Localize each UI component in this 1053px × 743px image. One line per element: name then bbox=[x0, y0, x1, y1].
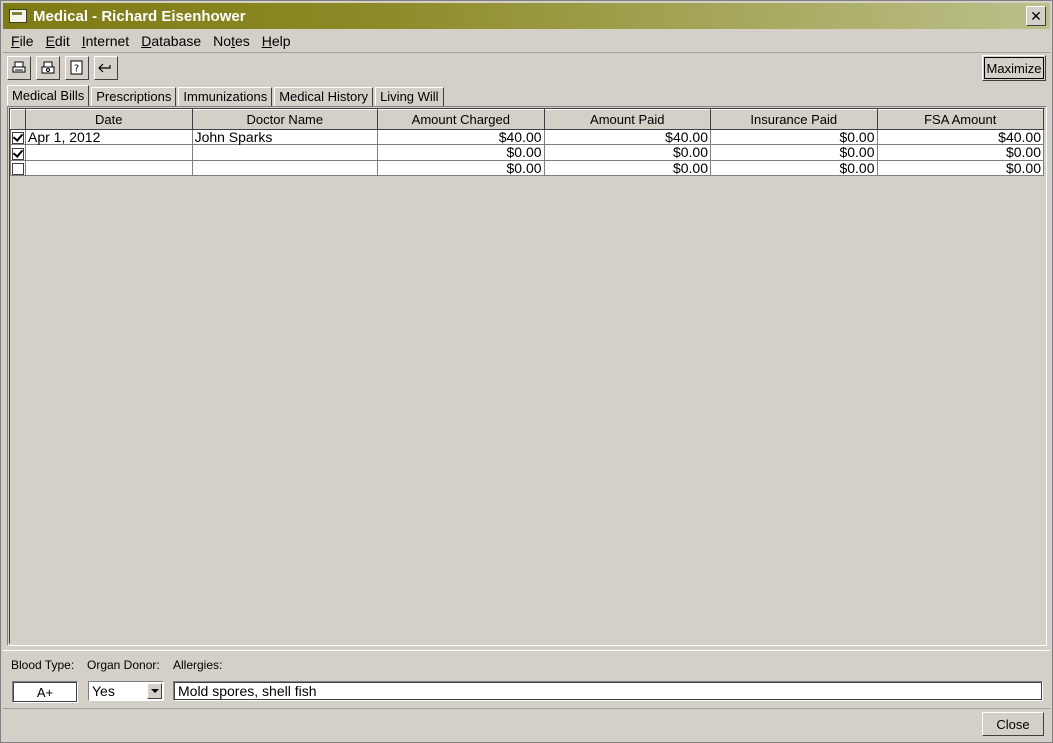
cell-amount-charged[interactable]: $40.00 bbox=[377, 128, 545, 146]
back-arrow-icon bbox=[98, 63, 111, 73]
tab-immunizations[interactable]: Immunizations bbox=[178, 87, 273, 107]
print-button[interactable] bbox=[7, 56, 31, 80]
row-checkbox-cell[interactable] bbox=[10, 128, 26, 146]
tab-prescriptions[interactable]: Prescriptions bbox=[91, 87, 177, 107]
cell-amount-paid[interactable]: $0.00 bbox=[543, 159, 712, 176]
cell-amount-paid[interactable]: $0.00 bbox=[543, 144, 712, 161]
cell-date[interactable]: Apr 1, 2012 bbox=[24, 128, 193, 146]
blood-type-label: Blood Type: bbox=[11, 658, 75, 672]
menu-file[interactable]: File bbox=[7, 33, 38, 49]
svg-text:?: ? bbox=[74, 64, 79, 75]
row-checkbox-cell[interactable] bbox=[10, 144, 26, 161]
cell-doctor[interactable] bbox=[191, 144, 379, 161]
dropdown-arrow-icon[interactable] bbox=[147, 683, 162, 699]
close-icon: ✕ bbox=[1030, 8, 1042, 24]
bills-table: Date Doctor Name Amount Charged Amount P… bbox=[10, 109, 1044, 176]
cell-doctor[interactable]: John Sparks bbox=[191, 128, 379, 146]
grid-header-date[interactable]: Date bbox=[24, 109, 193, 130]
printer-icon bbox=[12, 61, 26, 73]
medical-window: Medical - Richard Eisenhower ✕ File Edit… bbox=[0, 0, 1053, 743]
cell-amount-paid[interactable]: $40.00 bbox=[543, 128, 712, 146]
menu-database[interactable]: Database bbox=[137, 33, 205, 49]
organ-donor-select[interactable]: Yes bbox=[88, 681, 164, 701]
grid-header-row: Date Doctor Name Amount Charged Amount P… bbox=[10, 109, 1044, 130]
cell-fsa-amount[interactable]: $0.00 bbox=[876, 144, 1044, 161]
organ-donor-value: Yes bbox=[92, 683, 115, 699]
cell-insurance-paid[interactable]: $0.00 bbox=[710, 159, 878, 176]
details-panel: Blood Type: Organ Donor: Allergies: A+ Y… bbox=[3, 650, 1050, 707]
table-row[interactable]: $0.00 $0.00 $0.00 $0.00 bbox=[10, 144, 1044, 161]
table-row[interactable]: $0.00 $0.00 $0.00 $0.00 bbox=[10, 159, 1044, 176]
row-checkbox[interactable] bbox=[11, 162, 24, 175]
window-title: Medical - Richard Eisenhower bbox=[33, 7, 246, 25]
grid-header-doctor[interactable]: Doctor Name bbox=[191, 109, 379, 130]
menu-bar: File Edit Internet Database Notes Help bbox=[3, 30, 1050, 53]
tab-medical-bills[interactable]: Medical Bills bbox=[7, 85, 90, 107]
cell-amount-charged[interactable]: $0.00 bbox=[377, 159, 545, 176]
menu-help[interactable]: Help bbox=[258, 33, 295, 49]
grid-header-amount-charged[interactable]: Amount Charged bbox=[377, 109, 545, 130]
table-row[interactable]: Apr 1, 2012 John Sparks $40.00 $40.00 $0… bbox=[10, 128, 1044, 146]
cell-insurance-paid[interactable]: $0.00 bbox=[710, 144, 878, 161]
toolbar: ? Maximize bbox=[3, 54, 1050, 84]
blood-type-field[interactable]: A+ bbox=[12, 681, 78, 703]
menu-edit[interactable]: Edit bbox=[42, 33, 74, 49]
cell-amount-charged[interactable]: $0.00 bbox=[377, 144, 545, 161]
cell-date[interactable] bbox=[24, 144, 193, 161]
cell-date[interactable] bbox=[24, 159, 193, 176]
grid-header-fsa-amount[interactable]: FSA Amount bbox=[876, 109, 1044, 130]
grid-header-insurance-paid[interactable]: Insurance Paid bbox=[710, 109, 878, 130]
grid-header-select bbox=[10, 109, 26, 130]
allergies-input[interactable]: Mold spores, shell fish bbox=[173, 681, 1043, 701]
print-preview-icon bbox=[41, 61, 55, 74]
app-icon bbox=[9, 9, 27, 23]
tab-strip: Medical Bills Prescriptions Immunization… bbox=[7, 85, 446, 107]
row-checkbox[interactable] bbox=[11, 147, 24, 160]
menu-internet[interactable]: Internet bbox=[78, 33, 133, 49]
cell-fsa-amount[interactable]: $40.00 bbox=[876, 128, 1044, 146]
organ-donor-label: Organ Donor: bbox=[87, 658, 160, 672]
title-bar[interactable]: Medical - Richard Eisenhower ✕ bbox=[3, 3, 1050, 29]
print-preview-button[interactable] bbox=[36, 56, 60, 80]
maximize-button[interactable]: Maximize bbox=[982, 55, 1046, 81]
window-close-button[interactable]: ✕ bbox=[1026, 6, 1046, 26]
cell-doctor[interactable] bbox=[191, 159, 379, 176]
tab-living-will[interactable]: Living Will bbox=[375, 87, 444, 107]
grid-header-amount-paid[interactable]: Amount Paid bbox=[543, 109, 712, 130]
menu-notes[interactable]: Notes bbox=[209, 33, 254, 49]
row-checkbox-cell[interactable] bbox=[10, 159, 26, 176]
row-checkbox[interactable] bbox=[11, 132, 24, 145]
help-button[interactable]: ? bbox=[65, 56, 89, 80]
close-button[interactable]: Close bbox=[982, 712, 1044, 736]
medical-bills-grid[interactable]: Date Doctor Name Amount Charged Amount P… bbox=[9, 108, 1045, 644]
footer-bar: Close bbox=[3, 708, 1050, 741]
cell-insurance-paid[interactable]: $0.00 bbox=[710, 128, 878, 146]
help-icon: ? bbox=[70, 60, 83, 75]
cell-fsa-amount[interactable]: $0.00 bbox=[876, 159, 1044, 176]
tab-medical-history[interactable]: Medical History bbox=[274, 87, 374, 107]
medical-bills-panel: Date Doctor Name Amount Charged Amount P… bbox=[7, 106, 1047, 646]
back-button[interactable] bbox=[94, 56, 118, 80]
allergies-label: Allergies: bbox=[173, 658, 223, 672]
